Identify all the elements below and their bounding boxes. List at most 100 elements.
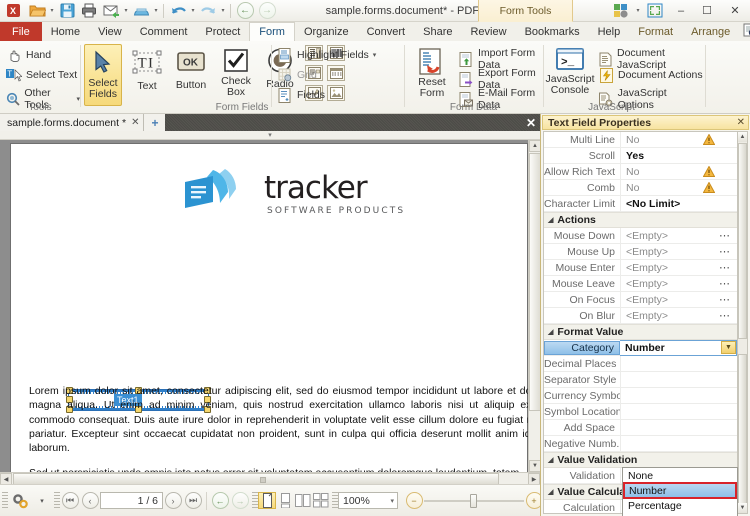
document-viewport[interactable]: tracker SOFTWARE PRODUCTS Text1 Lorem ip… [0,140,540,484]
find-button[interactable]: Find... [739,23,750,40]
category-dropdown-list[interactable]: None Number Percentage Date Time Special… [622,467,738,516]
property-group-value-validation[interactable]: ◢ Value Validation [544,452,737,468]
first-page-button[interactable]: ⏮ [60,491,80,511]
collapse-triangle-icon[interactable]: ◢ [548,456,553,464]
document-vertical-scrollbar[interactable]: ▲ ▼ [528,140,541,472]
property-row-allow-rich-text[interactable]: Allow Rich Text No [544,163,737,180]
view-forward-button[interactable]: → [230,491,250,511]
scan-icon[interactable] [130,1,152,21]
document-tab-sample-forms[interactable]: sample.forms.document * ✕ [0,114,145,131]
property-row-decimal-places[interactable]: Decimal Places [544,355,737,372]
back-button[interactable]: ← [234,1,256,21]
ellipsis-button[interactable]: ⋯ [717,308,733,323]
properties-scroll-thumb-lower[interactable] [738,354,747,514]
last-page-button[interactable]: ⏭ [183,491,203,511]
pdf-page[interactable]: tracker SOFTWARE PRODUCTS Text1 Lorem ip… [10,143,540,484]
chevron-down-icon[interactable]: ▾ [390,497,394,505]
open-caret-icon[interactable]: ▾ [48,1,56,21]
close-document-button[interactable]: ✕ [522,114,540,131]
zoom-slider[interactable] [424,492,524,509]
tab-format[interactable]: Format [629,22,682,41]
property-row-negative-numbers[interactable]: Negative Numb.. [544,435,737,452]
forward-button[interactable]: → [256,1,278,21]
collapse-triangle-icon[interactable]: ◢ [548,328,553,336]
scroll-up-icon[interactable]: ▲ [738,132,747,142]
chevron-down-icon[interactable]: ▾ [373,51,377,59]
collapse-triangle-icon[interactable]: ◢ [548,216,553,224]
close-icon[interactable]: ✕ [131,117,139,128]
category-dropdown-button[interactable]: ▼ [721,341,736,354]
status-tools-button[interactable] [8,491,32,511]
zoom-out-button[interactable]: − [404,491,424,511]
close-button[interactable]: ✕ [720,0,750,22]
scan-caret-icon[interactable]: ▾ [152,1,160,21]
property-row-currency-symbol[interactable]: Currency Symbol [544,387,737,404]
view-back-button[interactable]: ← [210,491,230,511]
tab-arrange[interactable]: Arrange [682,22,739,41]
undo-icon[interactable] [167,1,189,21]
tab-bookmarks[interactable]: Bookmarks [516,22,589,41]
property-row-add-space[interactable]: Add Space [544,419,737,436]
property-row-comb[interactable]: Comb No [544,179,737,196]
tab-protect[interactable]: Protect [196,22,249,41]
property-value[interactable] [620,355,737,372]
customize-caret-icon[interactable]: ▾ [634,1,642,21]
zoom-slider-knob[interactable] [470,493,477,508]
email-icon[interactable] [100,1,122,21]
tab-organize[interactable]: Organize [295,22,358,41]
save-icon[interactable] [56,1,78,21]
property-value[interactable]: Number [620,339,737,356]
redo-caret-icon[interactable]: ▾ [219,1,227,21]
ellipsis-button[interactable]: ⋯ [717,292,733,307]
property-group-actions[interactable]: ◢ Actions [544,212,737,228]
next-page-button[interactable]: › [163,491,183,511]
property-row-on-blur[interactable]: On Blur <Empty> ⋯ [544,307,737,324]
document-actions-button[interactable]: Document Actions [598,67,703,83]
property-value[interactable]: No [620,132,737,148]
javascript-console-button[interactable]: >_ JavaScript Console [545,44,595,104]
property-row-multi-line[interactable]: Multi Line No [544,132,737,148]
properties-grid[interactable]: Multi Line No Scroll Yes Allow Rich Text… [543,131,738,514]
property-value[interactable] [620,371,737,388]
hand-tool[interactable]: Hand [6,47,51,63]
status-tools-caret-icon[interactable]: ▾ [32,491,52,511]
grid-toggle[interactable]: Grid [277,67,317,83]
ellipsis-button[interactable]: ⋯ [717,244,733,259]
select-fields-button[interactable]: Select Fields [84,44,122,106]
zoom-level-combo[interactable]: 100% ▾ [338,492,398,509]
maximize-button[interactable]: ☐ [694,0,720,22]
reset-form-button[interactable]: Reset Form [411,45,453,105]
fullscreen-icon[interactable] [642,0,668,22]
property-row-mouse-enter[interactable]: Mouse Enter <Empty> ⋯ [544,259,737,276]
tab-form[interactable]: Form [249,22,295,41]
highlight-fields-toggle[interactable]: Highlight Fields ▾ [277,47,376,63]
dropdown-option-none[interactable]: None [623,468,737,483]
date-field-icon[interactable] [327,65,345,81]
image-field-icon[interactable] [327,85,345,101]
ellipsis-button[interactable]: ⋯ [717,276,733,291]
property-row-mouse-leave[interactable]: Mouse Leave <Empty> ⋯ [544,275,737,292]
property-value[interactable] [620,419,737,436]
property-row-on-focus[interactable]: On Focus <Empty> ⋯ [544,291,737,308]
dropdown-option-percentage[interactable]: Percentage [623,498,737,513]
page-number-input[interactable]: 1 / 6 [100,492,163,509]
document-horizontal-scrollbar[interactable]: ◀ ▶ [0,472,540,485]
fields-panel-button[interactable]: Fields [277,87,325,103]
property-row-symbol-location[interactable]: Symbol Location [544,403,737,420]
ellipsis-button[interactable]: ⋯ [717,260,733,275]
property-row-category[interactable]: Category Number ▼ [544,339,737,356]
chevron-down-icon[interactable]: ▾ [268,131,272,139]
redo-icon[interactable] [197,1,219,21]
two-page-continuous-layout-button[interactable] [312,492,330,509]
property-row-separator-style[interactable]: Separator Style [544,371,737,388]
property-value[interactable] [620,387,737,404]
collapse-triangle-icon[interactable]: ◢ [548,488,553,496]
property-row-scroll[interactable]: Scroll Yes [544,147,737,164]
tab-share[interactable]: Share [414,22,461,41]
dropdown-option-number[interactable]: Number [623,482,737,499]
property-value[interactable]: <No Limit> [620,195,737,212]
undo-caret-icon[interactable]: ▾ [189,1,197,21]
properties-scroll-thumb-upper[interactable] [738,143,747,339]
minimize-button[interactable]: – [668,0,694,22]
select-text-tool[interactable]: T Select Text [6,67,77,83]
